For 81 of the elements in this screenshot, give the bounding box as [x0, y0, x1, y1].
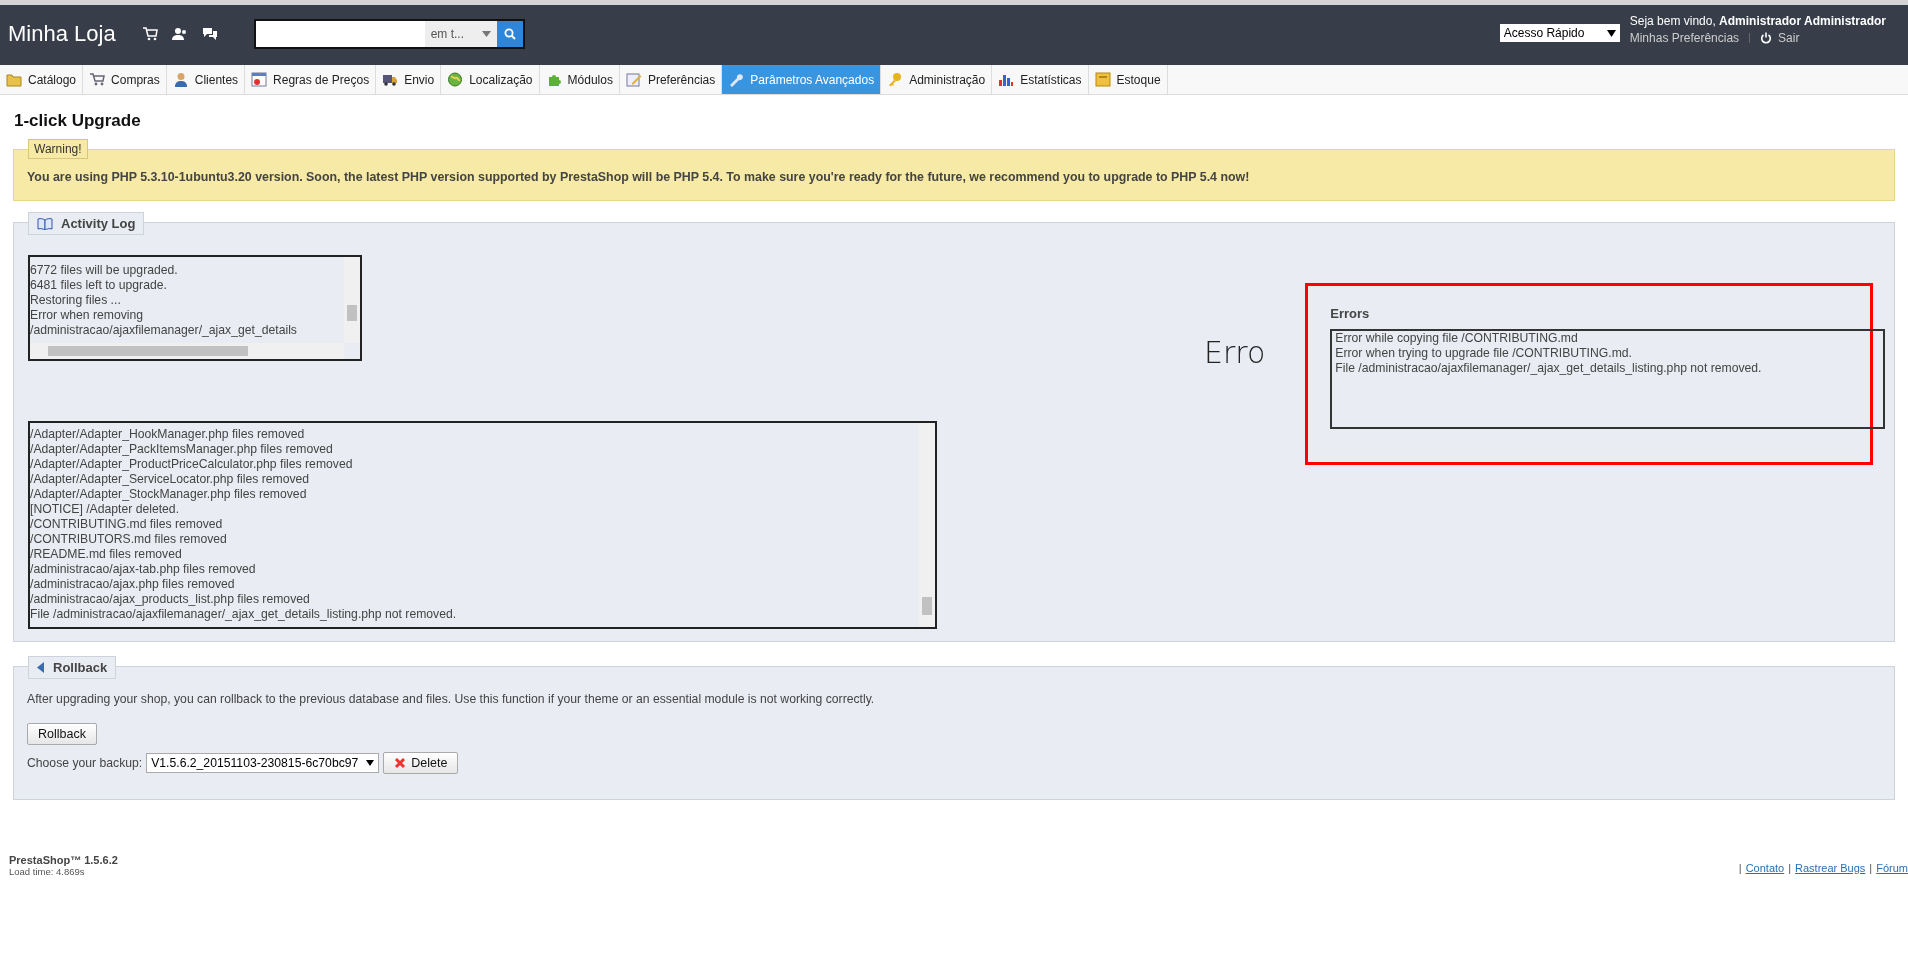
error-line: Error while copying file /CONTRIBUTING.md: [1335, 331, 1579, 346]
log-line: File /administracao/ajaxfilemanager/_ajax_get_details_listing.php not removed.: [30, 607, 458, 622]
key-icon: [887, 72, 904, 87]
backup-select[interactable]: V1.5.6.2_20151103-230815-6c70bc97: [146, 753, 380, 773]
person-icon: [172, 72, 189, 87]
backup-label: Choose your backup:: [27, 756, 143, 770]
error-line: Error when trying to upgrade file /CONTRIBUTING.md.: [1335, 346, 1633, 361]
log-line: /CONTRIBUTING.md files removed: [30, 517, 224, 532]
menu-tab[interactable]: Módulos: [539, 65, 620, 94]
caret-icon: [366, 760, 375, 766]
menu-tab[interactable]: Catálogo: [0, 65, 84, 94]
log-line: /administracao/ajax_products_list.php files removed: [30, 592, 311, 607]
people-icon[interactable]: [171, 27, 188, 41]
log-line: /Adapter/Adapter_StockManager.php files removed: [30, 487, 308, 502]
legend-text: Rollback: [53, 660, 108, 675]
book-icon: [37, 217, 53, 230]
log-line: Error when removing: [30, 308, 145, 323]
separator-text: |: [1869, 861, 1873, 874]
menu-tab[interactable]: Administração: [881, 65, 993, 94]
back-arrow-icon: [37, 662, 45, 673]
globe-icon: [447, 72, 464, 87]
log-line: /Adapter/Adapter_ProductPriceCalculator.php files removed: [30, 457, 354, 472]
rollback-button[interactable]: Rollback: [27, 723, 97, 745]
shop-name[interactable]: Minha Loja: [8, 21, 116, 47]
load-time-text: Load time: 4.869s: [9, 866, 86, 877]
wrench-icon: [728, 72, 745, 87]
truck-icon: [382, 72, 399, 87]
menu-tab[interactable]: Estoque: [1088, 65, 1168, 94]
quick-access-dropdown[interactable]: Acesso Rápido: [1499, 24, 1620, 42]
warning-message: You are using PHP 5.3.10-1ubuntu3.20 version. Soon, the latest PHP version supported by PrestaShop will be PHP 5.4. To make sure you're ready for the future, we recommend you to upgrade to PHP 5.4 now!: [27, 170, 1251, 184]
version-text: PrestaShop™ 1.5.6.2: [9, 854, 118, 866]
search-field[interactable]: em t...: [253, 19, 525, 49]
panel-legend: Warning!: [28, 139, 88, 159]
log-line: /README.md files removed: [30, 547, 183, 562]
preferences-link[interactable]: Minhas Preferências: [1629, 31, 1740, 45]
menu-tab[interactable]: Estatísticas: [992, 65, 1089, 94]
log-line: /administracao/ajax-tab.php files removed: [30, 562, 257, 577]
log-line: 6481 files left to upgrade.: [30, 278, 168, 293]
box-icon: [1094, 72, 1111, 87]
errors-title: Errors: [1330, 306, 1371, 321]
footer-link[interactable]: Rastrear Bugs: [1795, 861, 1866, 874]
menu-tab[interactable]: Regras de Preços: [245, 65, 377, 94]
menu-tab[interactable]: Clientes: [166, 65, 246, 94]
log-line: /Adapter/Adapter_PackItemsManager.php files removed: [30, 442, 334, 457]
log-line: Restoring files ...: [30, 293, 122, 308]
logout-link[interactable]: Sair: [1778, 31, 1800, 45]
cart-icon: [89, 72, 106, 87]
search-button[interactable]: [496, 21, 523, 47]
log-line: [NOTICE] /Adapter deleted.: [30, 502, 181, 517]
log-line: 6772 files will be upgraded.: [30, 263, 179, 278]
bar-chart-icon: [998, 72, 1015, 87]
cart-icon[interactable]: [141, 27, 158, 41]
price-list-icon: [251, 72, 268, 87]
page-title: 1-click Upgrade: [14, 111, 142, 131]
footer-link[interactable]: Fórum: [1876, 861, 1908, 874]
caret-icon: [481, 31, 491, 37]
power-icon[interactable]: [1760, 32, 1773, 44]
log-line: /CONTRIBUTORS.md files removed: [30, 532, 228, 547]
caret-icon: [1606, 29, 1616, 37]
error-line: File /administracao/ajaxfilemanager/_ajax_get_details_listing.php not removed.: [1335, 361, 1763, 376]
menu-tab[interactable]: Localização: [441, 65, 540, 94]
legend-text: Activity Log: [61, 216, 136, 231]
log-line: /Adapter/Adapter_HookManager.php files removed: [30, 427, 306, 442]
menu-tab[interactable]: Compras: [83, 65, 167, 94]
log-line: /administracao/ajax.php files removed: [30, 577, 236, 592]
document-icon: [625, 72, 642, 87]
log-line: /Adapter/Adapter_ServiceLocator.php files removed: [30, 472, 311, 487]
rollback-description: After upgrading your shop, you can rollback to the previous database and files. Use this function if your theme or an essential module is not working correctly.: [27, 692, 876, 706]
search-scope-dropdown[interactable]: em t...: [424, 21, 497, 47]
folder-icon: [6, 72, 22, 87]
menu-tab[interactable]: Envio: [376, 65, 442, 94]
separator-text: |: [1788, 861, 1792, 874]
chat-icon[interactable]: [201, 27, 218, 41]
separator-text: |: [1738, 861, 1742, 874]
welcome-text: Seja bem vindo, Administrador Administrador: [1629, 14, 1886, 28]
search-icon: [503, 28, 516, 40]
annotation-text: Erro: [1204, 335, 1266, 370]
delete-button[interactable]: Delete: [383, 752, 459, 774]
log-line: /administracao/ajaxfilemanager/_ajax_get_details: [30, 323, 298, 338]
close-icon: [394, 757, 407, 769]
footer-link[interactable]: Contato: [1745, 861, 1785, 874]
